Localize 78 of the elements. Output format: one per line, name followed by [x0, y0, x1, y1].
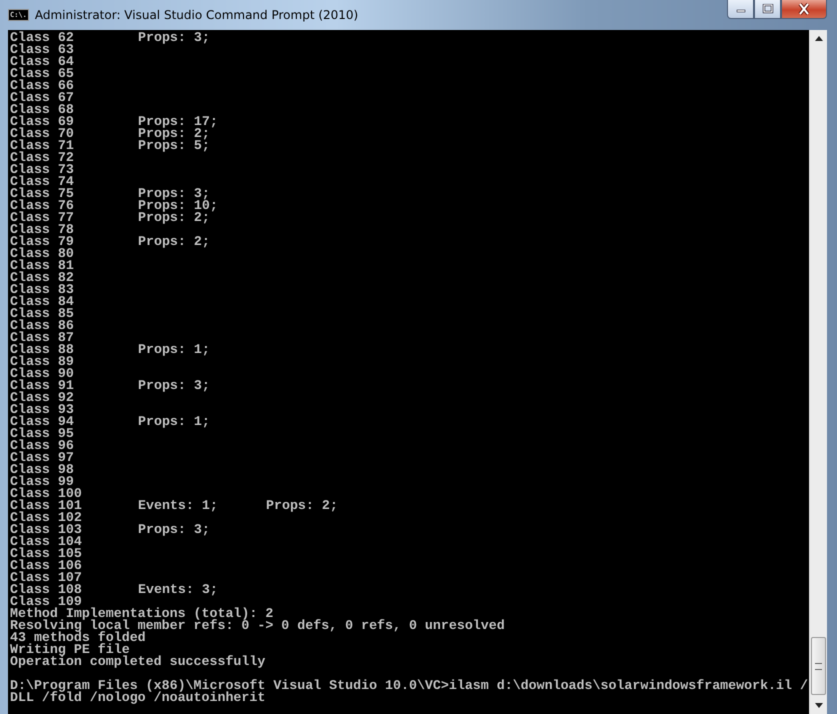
console-text: Props: 2; — [138, 236, 210, 248]
console-text: Class 88 — [10, 344, 75, 356]
console-text: Class 74 — [10, 176, 74, 188]
console-text: Class 97 — [10, 452, 74, 464]
console-text: Class 63 — [10, 44, 74, 56]
console-text: Props: 17; — [138, 116, 218, 128]
console-text: Class 80 — [10, 248, 74, 260]
console-text: Props: 2; — [138, 212, 210, 224]
console-text: Class 81 — [10, 260, 74, 272]
console-text: Class 109 — [10, 596, 82, 608]
console-text: Class 62 — [10, 32, 75, 44]
console-text: Class 104 — [10, 536, 82, 548]
console-text: Class 69 — [10, 116, 75, 128]
console-text: Method Implementations (total): 2 — [10, 608, 274, 620]
console-text: Props: 1; — [138, 344, 210, 356]
console-text: Class 98 — [10, 464, 74, 476]
console-text: 43 methods folded — [10, 632, 146, 644]
console-text: Class 92 — [10, 392, 74, 404]
console-text: Class 79 — [10, 236, 75, 248]
console-text: Class 68 — [10, 104, 74, 116]
console-text: Class 73 — [10, 164, 74, 176]
console-text: Class 99 — [10, 476, 74, 488]
console-text: Class 64 — [10, 56, 74, 68]
console-text: Class 72 — [10, 152, 74, 164]
close-icon — [797, 3, 811, 15]
console-text: Props: 10; — [138, 200, 218, 212]
console-text: Class 82 — [10, 272, 74, 284]
console-text: Class 83 — [10, 284, 74, 296]
console-text: Class 105 — [10, 548, 82, 560]
console-text: Class 108 — [10, 584, 83, 596]
scrollbar[interactable] — [809, 30, 827, 714]
command-line-text: D:\Program Files (x86)\Microsoft Visual Studio 10.0\VC>ilasm d:\downloads\solarwindowsframework.il / — [10, 680, 808, 692]
console-text: Operation completed successfully — [10, 656, 266, 668]
console-text: Props: 3; — [138, 380, 210, 392]
window-title: Administrator: Visual Studio Command Prompt (2010) — [34, 8, 360, 22]
console-text: Writing PE file — [10, 644, 130, 656]
console-text: Class 87 — [10, 332, 74, 344]
scrollbar-thumb[interactable] — [811, 637, 826, 695]
console-text: Class 107 — [10, 572, 82, 584]
console-text: Class 86 — [10, 320, 74, 332]
console-text: Props: 2; — [138, 128, 210, 140]
console-text: Class 85 — [10, 308, 74, 320]
console-text: Props: 2; — [266, 500, 338, 512]
console-text: Props: 3; — [138, 524, 210, 536]
console-text: Class 65 — [10, 68, 74, 80]
console-text: Resolving local member refs: 0 -> 0 defs, 0 refs, 0 unresolved — [10, 620, 505, 632]
console-text: Props: 5; — [138, 140, 210, 152]
console-text: Class 77 — [10, 212, 75, 224]
console-text: Class 102 — [10, 512, 82, 524]
maximize-icon — [762, 4, 774, 14]
console-text: Class 91 — [10, 380, 75, 392]
minimize-button[interactable] — [727, 0, 754, 19]
console-text: Class 78 — [10, 224, 74, 236]
close-button[interactable] — [781, 0, 827, 19]
console-text: Class 66 — [10, 80, 74, 92]
console-text: Class 103 — [10, 524, 83, 536]
console-text: Class 67 — [10, 92, 74, 104]
console-text: Props: 3; — [138, 188, 210, 200]
console-text: Class 90 — [10, 368, 74, 380]
console-text: Props: 1; — [138, 416, 210, 428]
console-text: Class 106 — [10, 560, 82, 572]
console-text: Class 101 — [10, 500, 83, 512]
console-text: Class 70 — [10, 128, 75, 140]
console-text: Class 76 — [10, 200, 75, 212]
console-text: Events: 1; — [138, 500, 219, 512]
console-text: Class 95 — [10, 428, 74, 440]
console-text: Events: 3; — [138, 584, 218, 596]
command-line-text: DLL /fold /nologo /noautoinherit — [10, 692, 266, 704]
maximize-button[interactable] — [754, 0, 781, 19]
console-text: Class 100 — [10, 488, 82, 500]
console-text: Class 96 — [10, 440, 74, 452]
console-text: Class 93 — [10, 404, 74, 416]
console-text: Class 71 — [10, 140, 75, 152]
console-text: Props: 3; — [138, 32, 210, 44]
console-text: Class 89 — [10, 356, 74, 368]
console-text: Class 94 — [10, 416, 75, 428]
console-text: Class 75 — [10, 188, 75, 200]
console-text: Class 84 — [10, 296, 74, 308]
